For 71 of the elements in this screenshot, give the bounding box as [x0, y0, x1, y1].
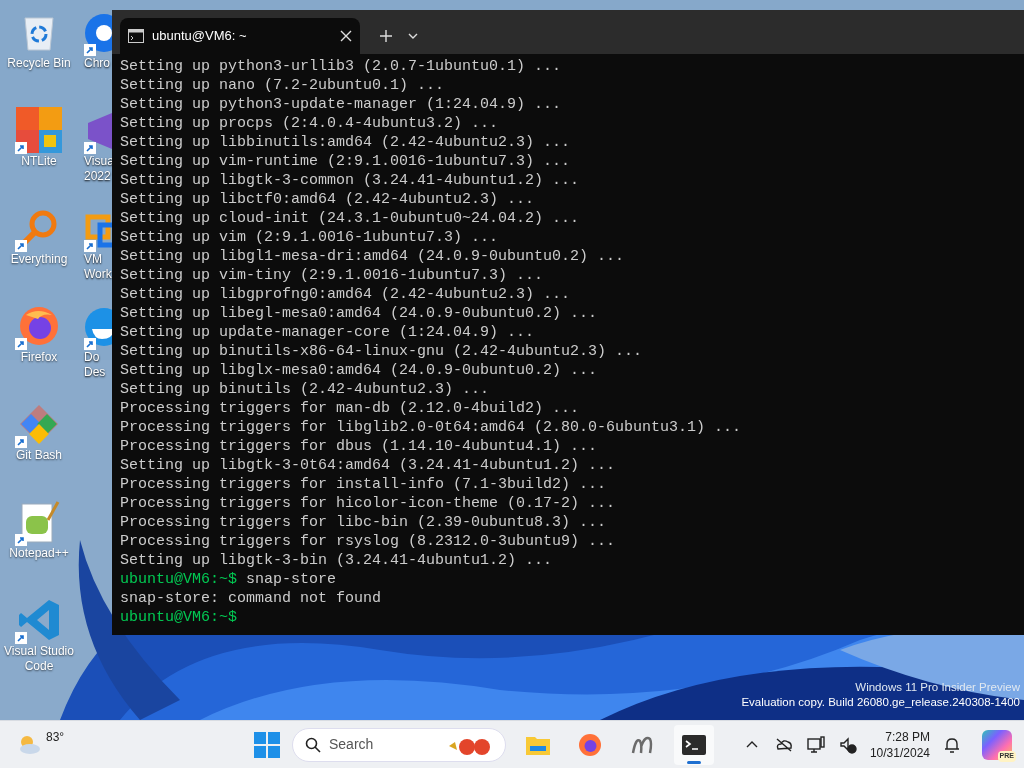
firefox-icon: [578, 732, 602, 757]
dropdown-icon[interactable]: [408, 33, 418, 39]
desktop-icon-label[interactable]: Chro: [84, 56, 112, 71]
terminal-tab[interactable]: ubuntu@VM6: ~: [120, 18, 360, 54]
output-line: Setting up binutils-x86-64-linux-gnu (2.42-4ubuntu2.3) ...: [120, 343, 643, 360]
diamond-icon: [18, 403, 60, 445]
output-line: Setting up vim (2:9.1.0016-1ubuntu7.3) ...: [120, 229, 499, 246]
code-editor-icon: [17, 598, 61, 642]
output-line: Setting up libgtk-3-bin (3.24.41-4ubuntu1.2) ...: [120, 552, 553, 569]
shell-prompt: ubuntu@VM6:~$: [120, 570, 238, 589]
output-line: Setting up libgl1-mesa-dri:amd64 (24.0.9-0ubuntu0.2) ...: [120, 248, 625, 265]
output-line: Setting up update-manager-core (1:24.04.9) ...: [120, 324, 535, 341]
search-icon: [305, 736, 321, 753]
desktop-icon-label[interactable]: NTLite: [21, 154, 57, 169]
shortcut-arrow-icon: [84, 240, 96, 252]
taskbar-app[interactable]: [674, 724, 714, 765]
output-line: Processing triggers for install-info (7.1-3build2) ...: [120, 476, 607, 493]
output-line: Setting up libgtk-3-0t64:amd64 (3.24.41-4ubuntu1.2) ...: [120, 457, 616, 474]
output-line: Setting up libctf0:amd64 (2.42-4ubuntu2.3) ...: [120, 191, 535, 208]
start-icon[interactable]: [254, 731, 280, 758]
output-line: Processing triggers for dbus (1.14.10-4ubuntu4.1) ...: [120, 438, 598, 455]
desktop-icon-label[interactable]: Git Bash: [16, 448, 62, 463]
shell-prompt: ubuntu@VM6:~$: [120, 608, 238, 627]
clock-date[interactable]: 10/31/2024: [869, 744, 930, 761]
output-line: Setting up libgprofng0:amd64 (2.42-4ubuntu2.3) ...: [120, 286, 571, 303]
close-icon[interactable]: [340, 30, 352, 42]
tab-title: ubuntu@VM6: ~: [152, 27, 248, 46]
output-line: Processing triggers for libglib2.0-0t64:amd64 (2.80.0-6ubuntu3.1) ...: [120, 419, 742, 436]
output-line: Setting up procps (2:4.0.4-4ubuntu3.2) ...: [120, 115, 499, 132]
output-line: Setting up libgtk-3-common (3.24.41-4ubuntu1.2) ...: [120, 172, 580, 189]
output-line: Setting up nano (7.2-2ubuntu0.1) ...: [120, 77, 445, 94]
network-icon[interactable]: [805, 734, 826, 755]
output-line: Setting up binutils (2.42-4ubuntu2.3) ...: [120, 381, 490, 398]
new-tab-icon[interactable]: [380, 30, 392, 42]
tiles-icon: [16, 107, 62, 153]
desktop-icon-label[interactable]: VM Work: [84, 252, 112, 282]
output-line: Setting up python3-urllib3 (2.0.7-1ubuntu0.1) ...: [120, 58, 562, 75]
output-line: Processing triggers for libc-bin (2.39-0ubuntu8.3) ...: [120, 514, 607, 531]
desktop-icon-label[interactable]: Recycle Bin: [7, 56, 71, 71]
output-line: Processing triggers for hicolor-icon-theme (0.17-2) ...: [120, 495, 616, 512]
desktop-icon-label[interactable]: Everything: [10, 252, 68, 267]
output-line: Setting up libbinutils:amd64 (2.42-4ubuntu2.3) ...: [120, 134, 571, 151]
output-line: snap-store: command not found: [120, 590, 382, 607]
output-line: Setting up libegl-mesa0:amd64 (24.0.9-0ubuntu0.2) ...: [120, 305, 598, 322]
active-indicator: [687, 760, 701, 764]
output-line: Setting up cloud-init (24.3.1-0ubuntu0~24.04.2) ...: [120, 210, 580, 227]
temperature-text[interactable]: 83°: [46, 727, 65, 746]
output-line: Setting up vim-tiny (2:9.1.0016-1ubuntu7.3) ...: [120, 267, 544, 284]
firefox-icon: [18, 305, 60, 347]
shortcut-arrow-icon: [84, 338, 96, 350]
output-line: Setting up vim-runtime (2:9.1.0016-1ubuntu7.3) ...: [120, 153, 571, 170]
shortcut-arrow-icon: [84, 44, 96, 56]
desktop-icon-label[interactable]: Visua 2022: [84, 154, 112, 184]
desktop-icon-label[interactable]: Do Des: [84, 350, 112, 380]
command-prompt-icon: [128, 29, 144, 43]
terminal-icon: [681, 733, 707, 756]
output-line: Processing triggers for man-db (2.12.0-4build2) ...: [120, 400, 580, 417]
search-placeholder: Search: [329, 735, 375, 754]
build-text: Evaluation copy. Build 26080.ge_release.240308-1400: [741, 695, 1020, 710]
output-line: Setting up libglx-mesa0:amd64 (24.0.9-0ubuntu0.2) ...: [120, 362, 598, 379]
shortcut-arrow-icon: [84, 142, 96, 154]
speaker-muted-icon[interactable]: [837, 734, 858, 755]
desktop-icon-label[interactable]: Notepad++: [9, 546, 69, 561]
search-field[interactable]: Search: [292, 727, 506, 762]
clock-time[interactable]: 7:28 PM: [885, 728, 930, 745]
output-line: Processing triggers for rsyslog (8.2312.0-3ubuntu9) ...: [120, 533, 616, 550]
command-text: snap-store: [246, 570, 337, 589]
notepad-icon: [18, 500, 60, 544]
desktop-icon-label[interactable]: Firefox: [20, 350, 58, 365]
desktop-icon-label[interactable]: Visual Studio Code: [0, 644, 78, 674]
output-line: Setting up python3-update-manager (1:24.04.9) ...: [120, 96, 562, 113]
